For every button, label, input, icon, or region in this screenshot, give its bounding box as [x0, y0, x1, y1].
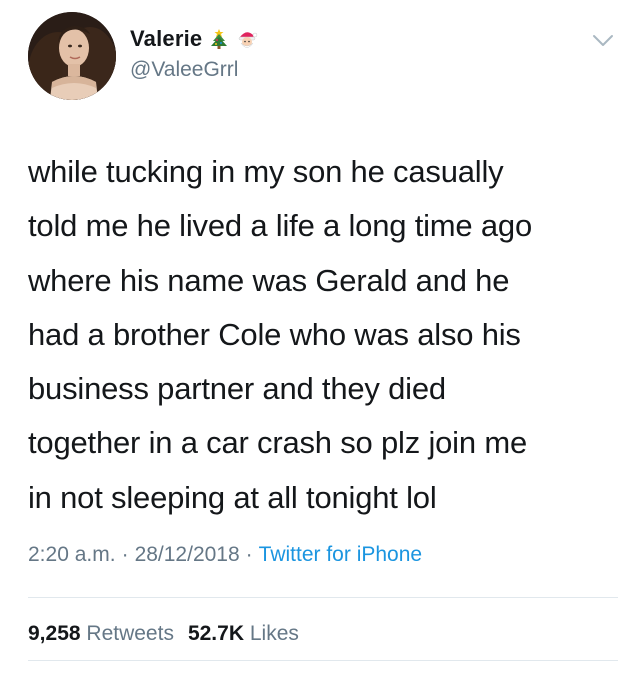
display-name-row: Valerie [130, 26, 258, 52]
display-name[interactable]: Valerie [130, 26, 202, 52]
chevron-down-icon[interactable] [592, 34, 614, 48]
engagement-stats: 9,258 Retweets 52.7K Likes [28, 622, 299, 646]
retweets-stat[interactable]: 9,258 Retweets [28, 622, 174, 645]
tweet-text-line: together in a car crash so plz join me [28, 425, 527, 461]
likes-label: Likes [249, 622, 299, 645]
avatar[interactable] [28, 12, 116, 100]
likes-stat[interactable]: 52.7K Likes [188, 622, 299, 645]
tweet-text: while tucking in my son he casually told… [28, 145, 613, 525]
divider [28, 660, 618, 661]
tweet-text-line: where his name was Gerald and he [28, 262, 510, 298]
tweet-source-link[interactable]: Twitter for iPhone [259, 543, 422, 566]
retweets-count: 9,258 [28, 622, 81, 645]
tweet-text-line: told me he lived a life a long time ago [28, 208, 533, 244]
divider [28, 597, 618, 598]
avatar-image [28, 12, 116, 100]
tweet-time[interactable]: 2:20 a.m. [28, 543, 116, 566]
likes-count: 52.7K [187, 622, 244, 645]
tweet-date[interactable]: 28/12/2018 [135, 543, 240, 566]
tweet-text-line: had a brother Cole who was also his [28, 316, 521, 352]
tweet-text-line: in not sleeping at all tonight lol [28, 479, 437, 515]
retweets-label: Retweets [86, 622, 174, 645]
tweet-meta: 2:20 a.m. · 28/12/2018 · Twitter for iPhone [28, 543, 422, 567]
user-handle[interactable]: @ValeeGrrl [130, 58, 238, 82]
meta-separator: · [121, 543, 129, 566]
tweet-card: Valerie @ValeeGrrl while tucking in my s… [0, 0, 640, 676]
santa-icon [236, 28, 258, 50]
christmas-tree-icon [208, 28, 230, 50]
tweet-text-line: business partner and they died [28, 371, 446, 407]
meta-separator: · [245, 543, 253, 566]
tweet-text-line: while tucking in my son he casually [28, 154, 504, 189]
